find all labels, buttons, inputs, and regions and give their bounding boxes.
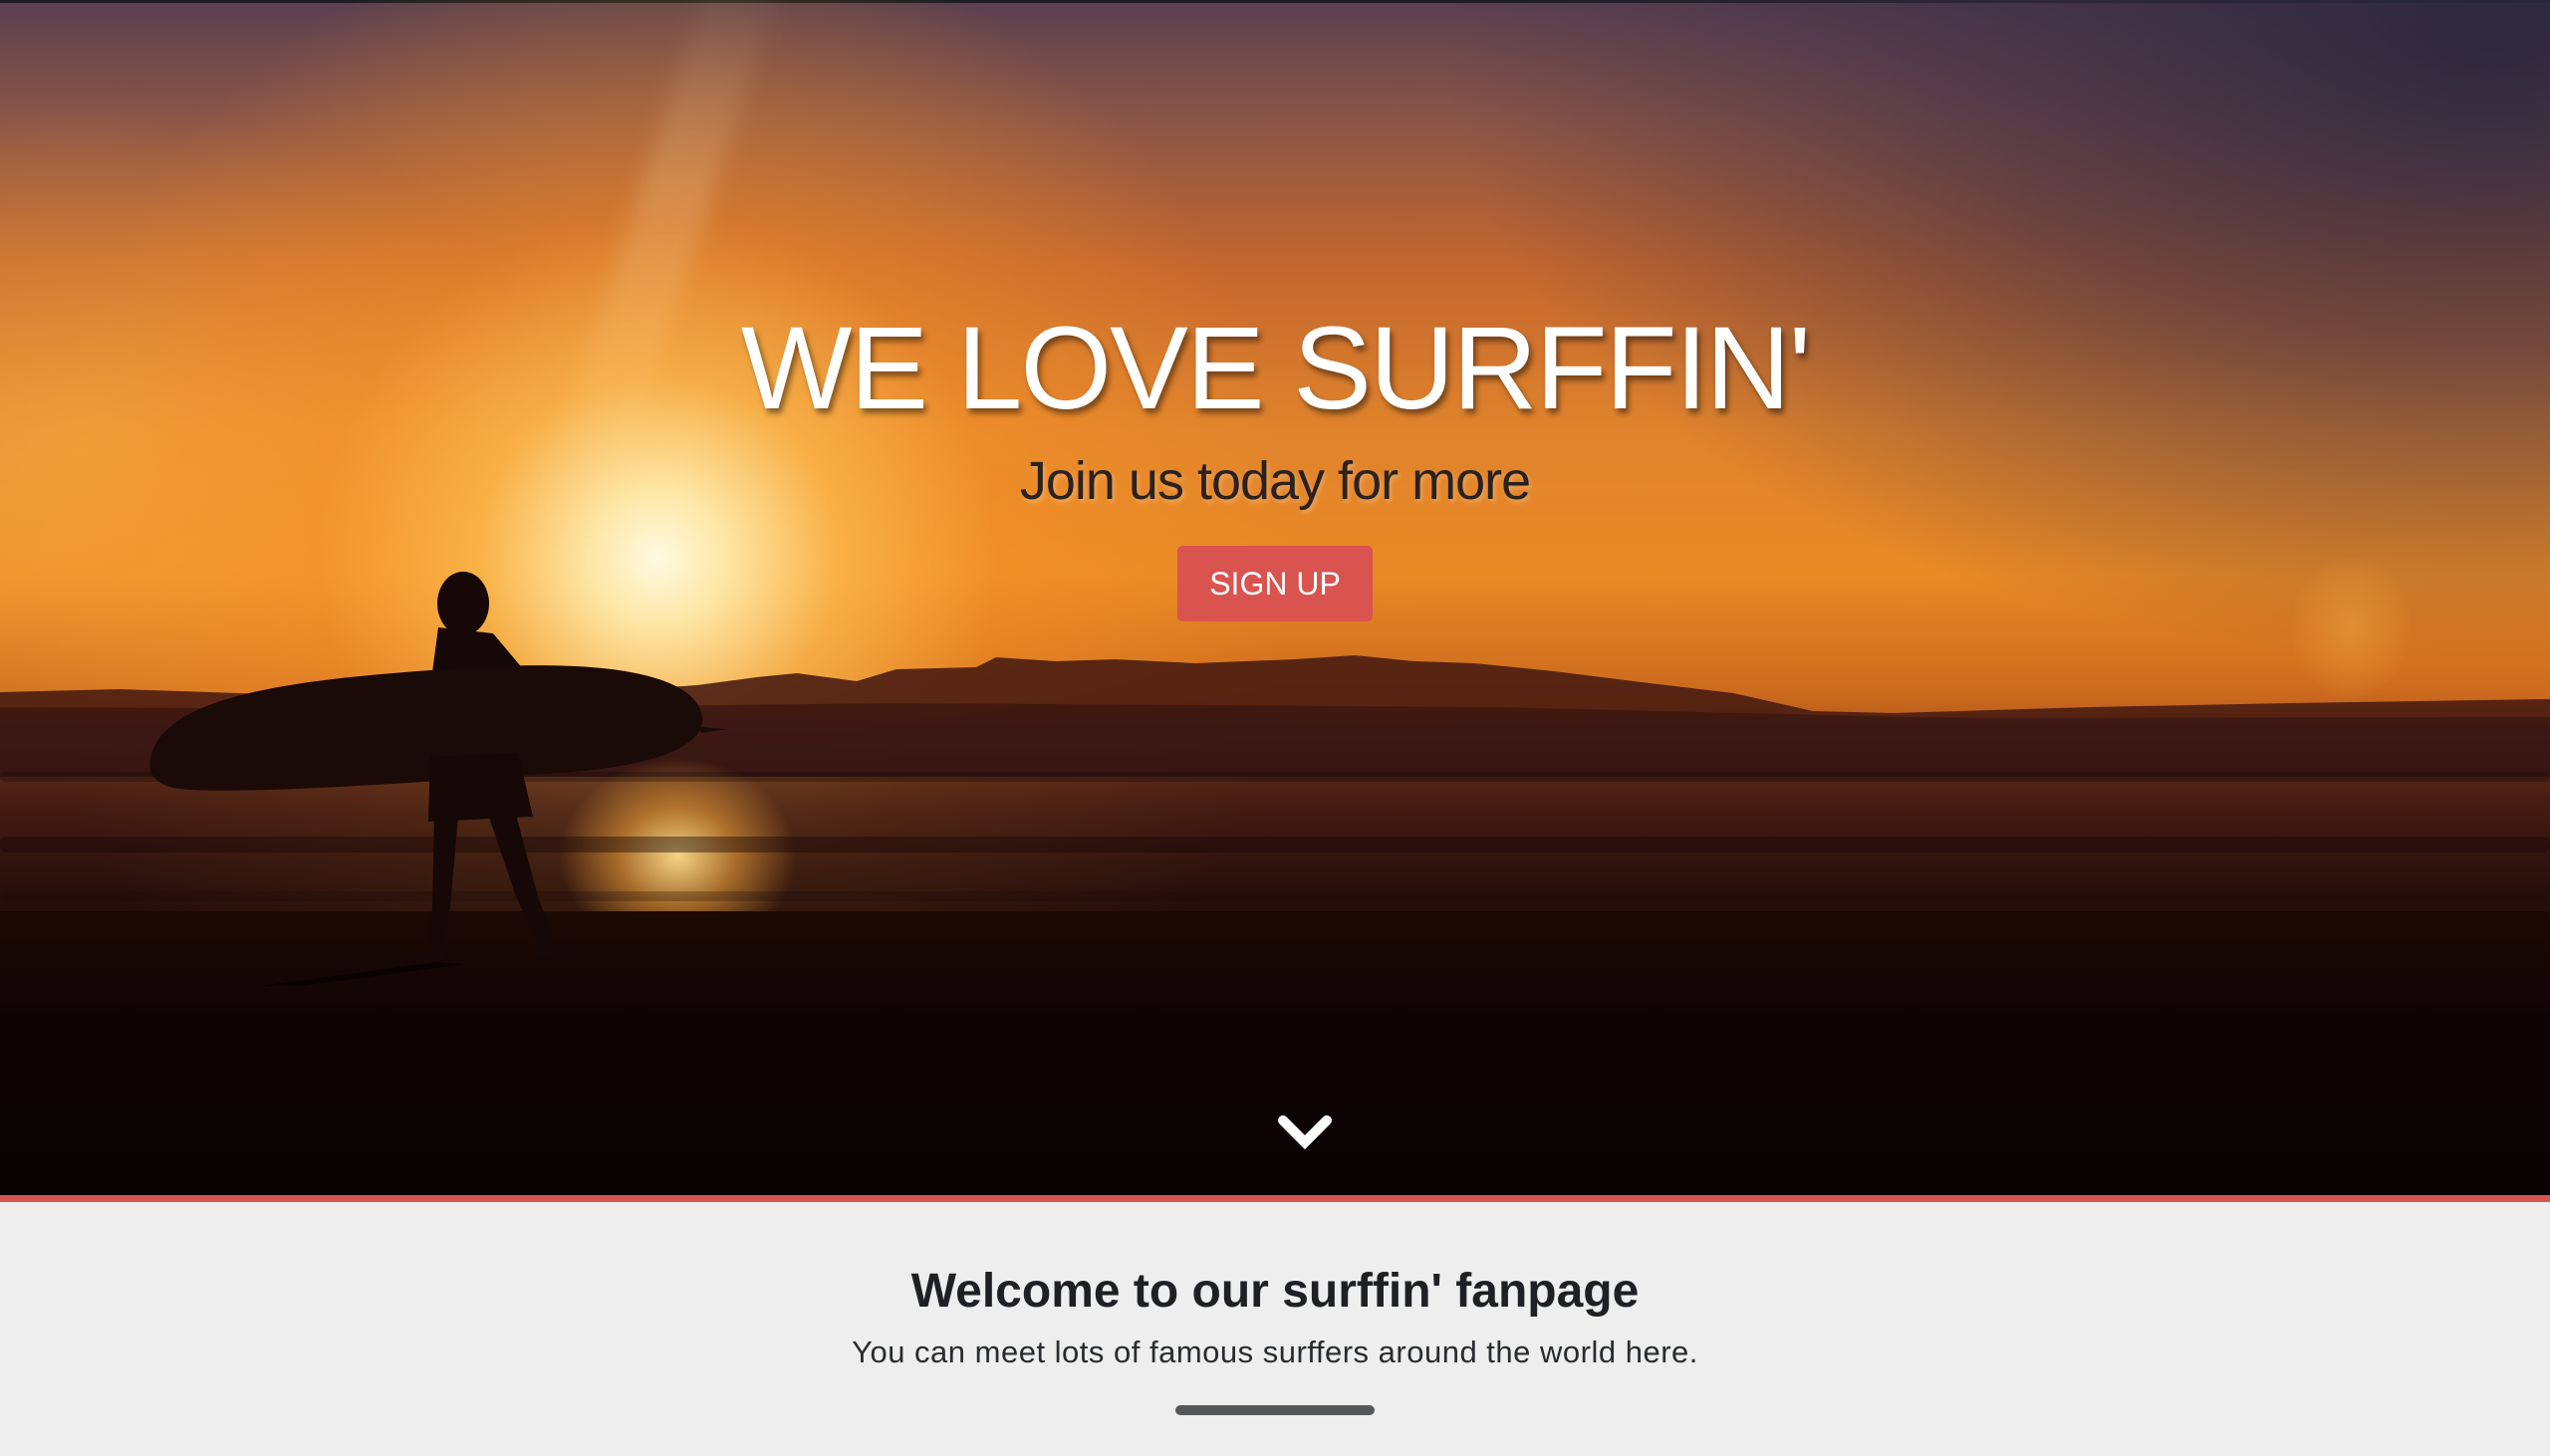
hero-accent-border (0, 1195, 2550, 1202)
landing-page: WE LOVE SURFFIN' Join us today for more … (0, 0, 2550, 1456)
section-divider (1175, 1405, 1375, 1415)
hero-title: WE LOVE SURFFIN' (740, 303, 1811, 434)
welcome-section: Welcome to our surffin' fanpage You can … (0, 1202, 2550, 1456)
welcome-title: Welcome to our surffin' fanpage (910, 1265, 1640, 1318)
hero-subtitle: Join us today for more (1019, 451, 1531, 511)
hero-content: WE LOVE SURFFIN' Join us today for more … (0, 299, 2550, 621)
chevron-down-icon[interactable] (1275, 1110, 1335, 1160)
hero-section: WE LOVE SURFFIN' Join us today for more … (0, 0, 2550, 1195)
welcome-text: You can meet lots of famous surffers aro… (852, 1335, 1698, 1369)
signup-button[interactable]: SIGN UP (1177, 546, 1373, 621)
surfer-silhouette (149, 572, 727, 986)
